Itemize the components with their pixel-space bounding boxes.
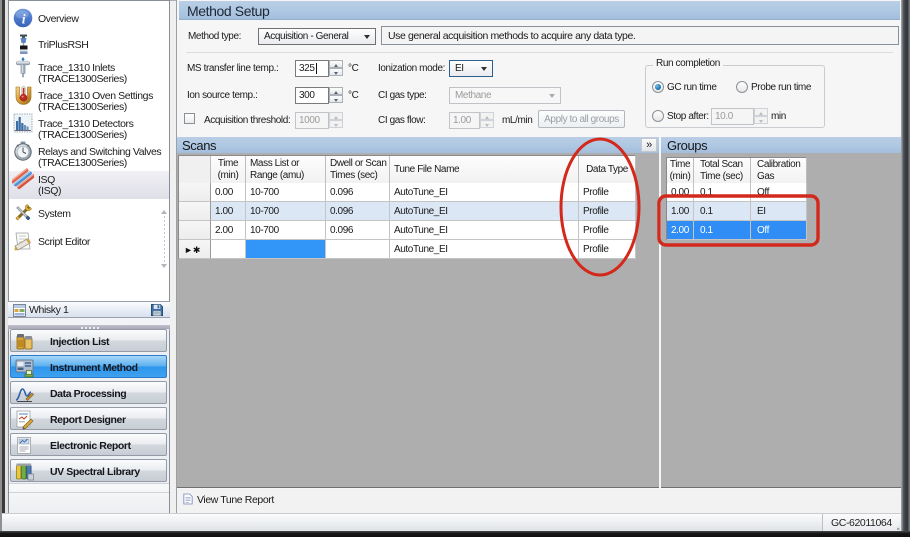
svg-text:i: i <box>22 13 26 28</box>
